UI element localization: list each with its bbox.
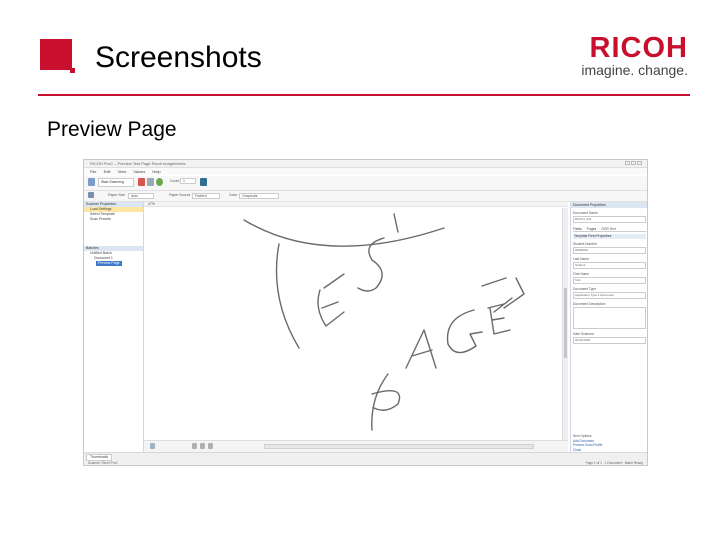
horizontal-scrollbar[interactable]	[264, 444, 534, 449]
document-properties-header: Document Properties	[571, 202, 647, 208]
left-pane: Scanner Properties Load Settings Select …	[84, 202, 144, 452]
title-divider	[38, 94, 690, 96]
menu-file[interactable]: File	[90, 168, 96, 175]
zoom-out-icon[interactable]	[208, 443, 213, 449]
close-icon[interactable]	[637, 161, 642, 165]
preview-canvas[interactable]: 47%	[144, 202, 568, 440]
paper-size-label: Paper Size	[108, 193, 126, 197]
paper-source-label: Paper Source	[169, 193, 191, 197]
menu-edit[interactable]: Edit	[104, 168, 111, 175]
stop-icon[interactable]	[138, 178, 145, 186]
scroll-thumb[interactable]	[564, 288, 567, 358]
paper-size-select[interactable]: Auto	[128, 193, 154, 199]
color-select[interactable]: Grayscale	[239, 193, 279, 199]
window-title: RICOH ProC – Preview Test Page Ricoh Ima…	[90, 161, 186, 166]
brand-tagline: imagine. change.	[581, 62, 688, 78]
status-left-text: Scanner: Ricoh ProC	[88, 461, 118, 465]
right-pane: Document Properties Document Name RICOH_…	[570, 202, 647, 452]
first-name-field[interactable]: Test	[573, 277, 646, 284]
window-controls	[624, 161, 644, 166]
main-toolbar: Start Scanning Count 1	[84, 176, 647, 191]
field-label: Student Number	[573, 242, 598, 246]
refresh-icon[interactable]	[156, 178, 163, 186]
start-scanning-button[interactable]: Start Scanning	[98, 178, 134, 187]
menu-view[interactable]: View	[118, 168, 127, 175]
color-label: Color	[229, 193, 238, 197]
zoom-in-icon[interactable]	[200, 443, 205, 449]
field-label: Last Name	[573, 257, 589, 261]
maximize-icon[interactable]	[631, 161, 636, 165]
status-right-text: Page 1 of 1 · 1 Document · Batch Ready	[585, 461, 643, 465]
properties-tabs: Fields Pages OCR Text	[573, 226, 646, 232]
info-icon[interactable]	[200, 178, 207, 186]
count-field[interactable]: 1	[180, 178, 196, 184]
print-icon[interactable]	[147, 178, 154, 186]
template-field-properties-header: Template Field Properties	[573, 234, 646, 239]
window-titlebar: RICOH ProC – Preview Test Page Ricoh Ima…	[84, 160, 647, 168]
next-options: Next Options Add Document Preview Scan P…	[573, 434, 602, 452]
document-name-field[interactable]: RICOH_001	[573, 216, 646, 223]
tab-pages[interactable]: Pages	[587, 227, 596, 231]
tab-ocr-text[interactable]: OCR Text	[601, 227, 615, 231]
menu-help[interactable]: Help	[152, 168, 160, 175]
rotate-icon[interactable]	[192, 443, 197, 449]
description-textarea[interactable]	[573, 307, 646, 329]
paper-source-select[interactable]: Flatbed	[192, 193, 220, 199]
field-label: First Name	[573, 272, 590, 276]
description-label: Document Description	[573, 302, 606, 306]
app-screenshot: RICOH ProC – Preview Test Page Ricoh Ima…	[83, 159, 648, 466]
thumbnails-tab[interactable]: Thumbnails	[86, 454, 113, 461]
logo-square-icon	[40, 39, 75, 73]
canvas-toolbar: 47%	[144, 202, 568, 207]
slide-title: Screenshots	[95, 41, 262, 74]
handwriting-test-page-image	[243, 213, 525, 431]
brand-name: RICOH	[589, 32, 688, 64]
scan-settings-bar: Paper Size Auto Paper Source Flatbed Col…	[84, 191, 647, 202]
scanner-icon[interactable]	[88, 178, 95, 186]
field-label: Document Type	[573, 287, 597, 291]
count-label: Count	[170, 179, 180, 183]
page-nav-icon[interactable]	[150, 443, 155, 449]
preview-scan-profile-link[interactable]: Preview Scan Profile	[573, 443, 602, 448]
date-scanned-field[interactable]: 00-00-0000	[573, 337, 646, 344]
menu-bar: File Edit View Values Help	[84, 168, 647, 175]
zoom-level[interactable]: 47%	[148, 202, 155, 206]
student-number-field[interactable]: 00000001	[573, 247, 646, 254]
vertical-scrollbar[interactable]	[562, 208, 568, 440]
slide-subtitle: Preview Page	[47, 118, 177, 141]
menu-values[interactable]: Values	[133, 168, 145, 175]
settings-icon[interactable]	[88, 192, 94, 198]
document-name-label: Document Name	[573, 211, 598, 215]
last-name-field[interactable]: Student	[573, 262, 646, 269]
minimize-icon[interactable]	[625, 161, 630, 165]
status-bar: Thumbnails Scanner: Ricoh ProC Page 1 of…	[84, 452, 647, 465]
tab-fields[interactable]: Fields	[573, 227, 582, 231]
date-scanned-label: Date Scanned	[573, 332, 594, 336]
document-type-select[interactable]: Application Type 1 Document	[573, 292, 646, 299]
tree-preview-page-item[interactable]: Preview Page	[96, 261, 122, 266]
brand-logo: RICOH imagine. change.	[578, 33, 688, 78]
